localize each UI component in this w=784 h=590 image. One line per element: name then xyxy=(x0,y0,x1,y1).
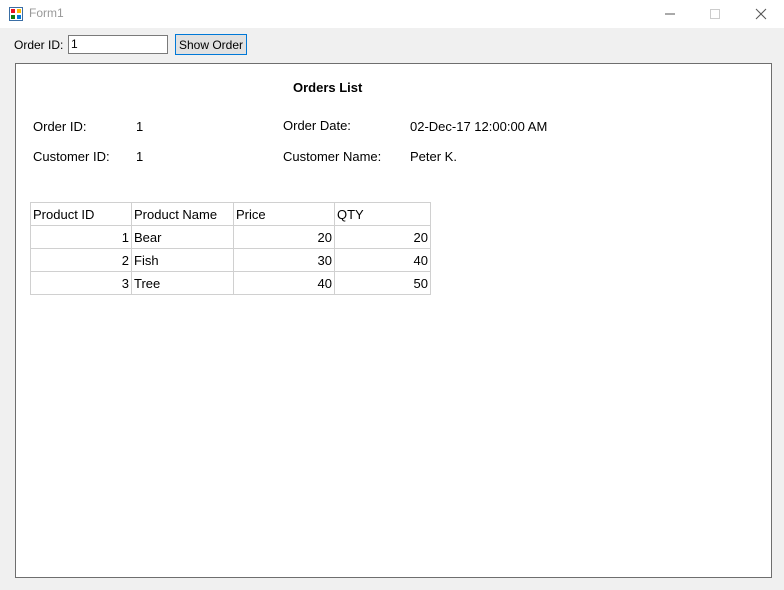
order-id-input[interactable] xyxy=(68,35,168,54)
cell-price: 40 xyxy=(233,271,335,295)
show-order-button[interactable]: Show Order xyxy=(175,34,247,55)
cell-qty: 20 xyxy=(334,225,431,249)
table-row: 1 Bear 20 20 xyxy=(30,225,431,249)
maximize-icon xyxy=(710,9,720,19)
report-order-date-label: Order Date: xyxy=(283,118,351,133)
cell-product-name: Tree xyxy=(131,271,234,295)
title-bar: Form1 xyxy=(0,0,784,28)
close-button[interactable] xyxy=(738,0,784,28)
order-id-label: Order ID: xyxy=(14,38,64,52)
report-order-id-value: 1 xyxy=(136,119,144,134)
cell-price: 30 xyxy=(233,248,335,272)
report-title: Orders List xyxy=(293,80,363,95)
window-title: Form1 xyxy=(29,6,64,20)
cell-product-name: Fish xyxy=(131,248,234,272)
report-order-date-value: 02-Dec-17 12:00:00 AM xyxy=(410,119,548,134)
table-row: 2 Fish 30 40 xyxy=(30,248,431,272)
column-header-product-name: Product Name xyxy=(131,202,234,226)
app-icon xyxy=(9,7,23,21)
column-header-qty: QTY xyxy=(334,202,431,226)
maximize-button[interactable] xyxy=(692,0,738,28)
table-row: 3 Tree 40 50 xyxy=(30,271,431,295)
products-table: Product ID Product Name Price QTY 1 Bear… xyxy=(30,202,431,295)
close-icon xyxy=(755,8,767,20)
cell-qty: 40 xyxy=(334,248,431,272)
column-header-price: Price xyxy=(233,202,335,226)
cell-product-id: 2 xyxy=(30,248,132,272)
report-customer-id-label: Customer ID: xyxy=(33,149,110,164)
column-header-product-id: Product ID xyxy=(30,202,132,226)
report-order-id-label: Order ID: xyxy=(33,119,87,134)
report-customer-name-value: Peter K. xyxy=(410,149,457,164)
table-header-row: Product ID Product Name Price QTY xyxy=(30,202,431,226)
report-customer-id-value: 1 xyxy=(136,149,144,164)
report-customer-name-label: Customer Name: xyxy=(283,149,382,164)
cell-product-id: 3 xyxy=(30,271,132,295)
minimize-icon xyxy=(665,13,675,15)
minimize-button[interactable] xyxy=(647,0,693,28)
cell-price: 20 xyxy=(233,225,335,249)
report-panel xyxy=(15,63,772,578)
cell-product-id: 1 xyxy=(30,225,132,249)
cell-qty: 50 xyxy=(334,271,431,295)
cell-product-name: Bear xyxy=(131,225,234,249)
